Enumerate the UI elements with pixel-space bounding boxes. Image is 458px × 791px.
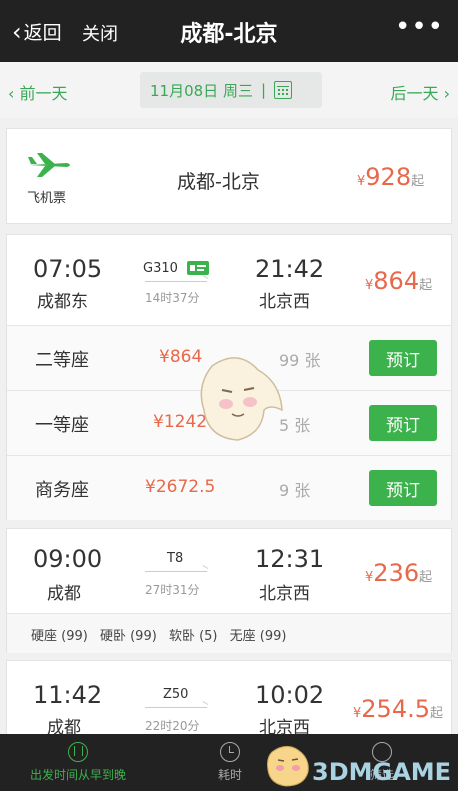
arrival-time: 10:02 [255, 681, 325, 709]
price-from: 起 [411, 174, 425, 189]
flight-route: 成都-北京 [177, 171, 260, 193]
plane-icon-wrap: 飞机票 [27, 151, 79, 206]
seat-class: 二等座 [35, 350, 89, 371]
duration: 27时31分 [145, 583, 200, 597]
id-card-icon [187, 261, 209, 275]
arrival-station: 北京西 [259, 584, 310, 604]
calendar-icon [274, 81, 293, 99]
seat-price: ¥2672.5 [145, 477, 216, 497]
site-watermark: 3DMGAME [312, 758, 452, 786]
price-value: 864 [373, 267, 420, 295]
book-button[interactable]: 预订 [369, 340, 437, 376]
train-price: ¥236起 [365, 559, 432, 587]
next-day-button[interactable]: 后一天 › [391, 80, 451, 104]
route-arrow [145, 707, 207, 708]
arrival-time: 21:42 [255, 255, 325, 283]
flight-label: 飞机票 [27, 191, 67, 206]
departure-station: 成都 [47, 584, 81, 604]
seat-class: 商务座 [35, 480, 89, 501]
date-bar: ‹ 前一天 11月08日 周三 | 后一天 › [0, 62, 458, 118]
clock-icon [220, 742, 240, 762]
departure-station: 成都东 [37, 292, 88, 312]
price-from: 起 [430, 706, 444, 721]
arrival-time: 12:31 [255, 545, 325, 573]
train-price: ¥864起 [365, 267, 432, 295]
mascot-watermark-image [200, 357, 283, 441]
book-button[interactable]: 预订 [369, 470, 437, 506]
seat-availability-list: 硬座 (99) 硬卧 (99) 软卧 (5) 无座 (99) [7, 613, 451, 653]
departure-time: 11:42 [33, 681, 103, 709]
train-price: ¥254.5起 [353, 695, 443, 723]
airplane-icon [28, 153, 70, 177]
sort-icon [68, 742, 88, 762]
price-from: 起 [419, 278, 433, 293]
departure-time: 07:05 [33, 255, 103, 283]
duration: 14时37分 [145, 291, 200, 305]
book-button[interactable]: 预订 [369, 405, 437, 441]
page-title: 成都-北京 [180, 22, 278, 47]
seat-count: 9 张 [279, 481, 311, 500]
train-code: Z50 [163, 687, 189, 702]
top-nav-bar: ‹ 返回 关闭 成都-北京 ••• [0, 0, 458, 62]
seat-availability-item: 硬座 (99) [31, 629, 88, 644]
seat-class: 一等座 [35, 415, 89, 436]
flight-price: ¥928起 [357, 163, 424, 191]
seat-row-business-class: 商务座 ¥2672.5 9 张 预订 [7, 455, 451, 520]
train-card-t8[interactable]: 09:00 成都 T8 27时31分 12:31 北京西 ¥236起 硬座 (9… [6, 528, 452, 653]
duration: 22时20分 [145, 719, 200, 733]
train-code: T8 [167, 551, 184, 566]
price-value: 254.5 [361, 695, 430, 723]
chevron-left-icon: ‹ [8, 84, 20, 103]
seat-availability-item: 软卧 (5) [168, 629, 218, 644]
train-code: G310 [143, 261, 178, 276]
seat-availability-item: 无座 (99) [229, 629, 287, 644]
sort-by-departure-tab[interactable]: 出发时间从早到晚 [28, 742, 128, 783]
prev-day-label: 前一天 [19, 84, 68, 103]
more-menu-icon[interactable]: ••• [395, 12, 444, 42]
next-day-label: 后一天 [390, 84, 439, 103]
mascot-logo-image [267, 746, 309, 787]
sort-label: 出发时间从早到晚 [29, 768, 126, 782]
date-separator: | [260, 81, 267, 99]
date-picker[interactable]: 11月08日 周三 | [140, 72, 322, 108]
date-label: 11月08日 周三 [150, 81, 253, 100]
arrival-station: 北京西 [259, 292, 310, 312]
price-value: 236 [373, 559, 420, 587]
prev-day-button[interactable]: ‹ 前一天 [8, 80, 68, 104]
route-arrow [145, 281, 207, 282]
price-from: 起 [419, 570, 433, 585]
flight-card[interactable]: 飞机票 成都-北京 ¥928起 [6, 128, 452, 224]
route-arrow [145, 571, 207, 572]
seat-availability-item: 硬卧 (99) [99, 629, 157, 644]
price-value: 928 [365, 163, 412, 191]
duration-tab[interactable]: 耗时 [200, 742, 260, 783]
departure-time: 09:00 [33, 545, 103, 573]
duration-label: 耗时 [217, 768, 242, 782]
chevron-right-icon: › [438, 84, 450, 103]
